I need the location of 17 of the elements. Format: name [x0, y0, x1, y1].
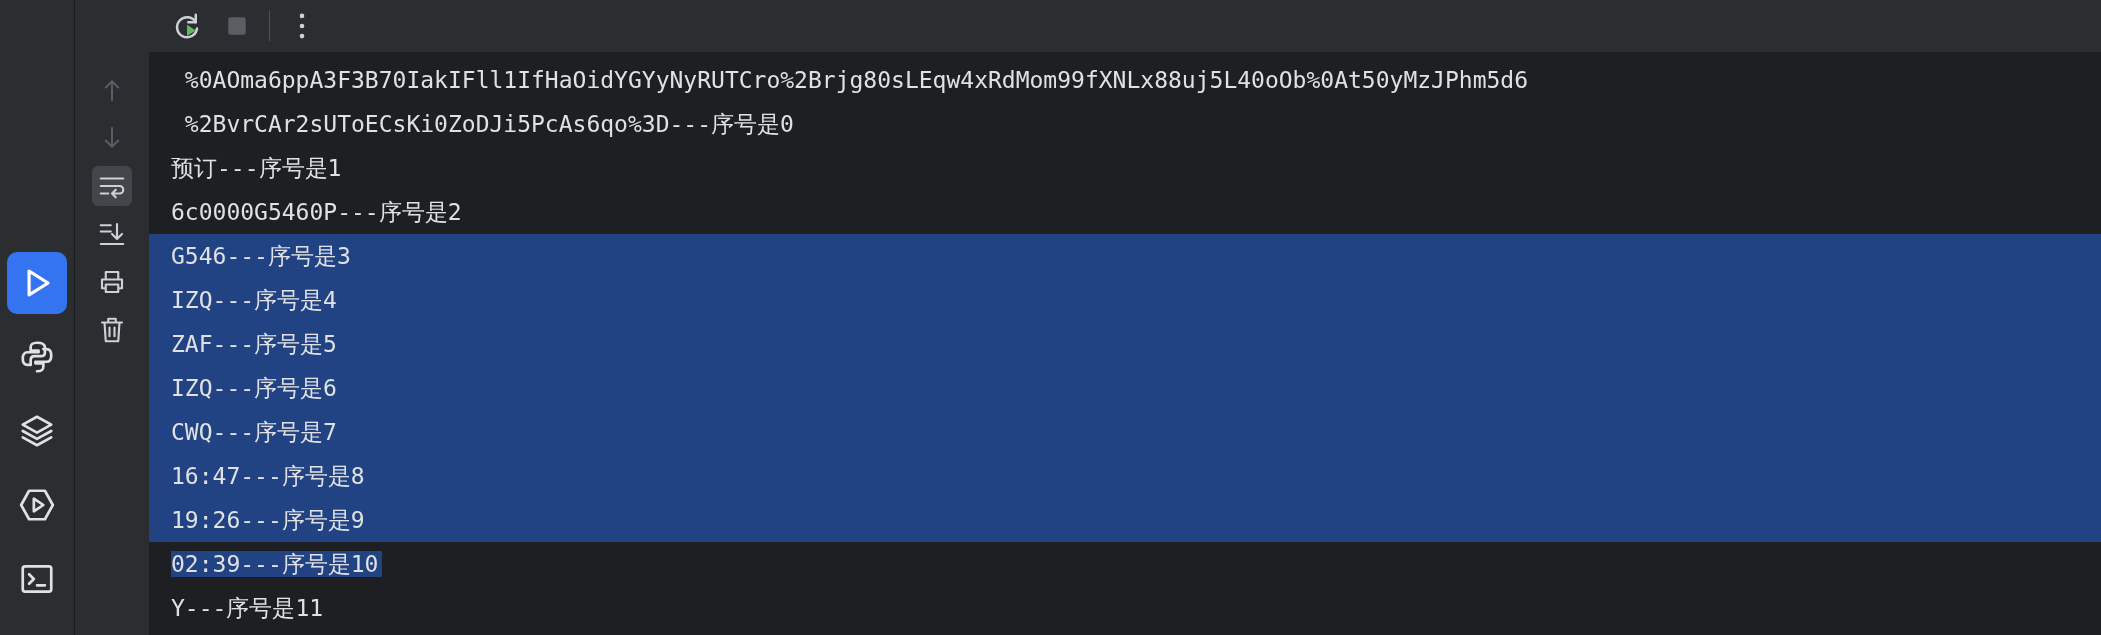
play-hexagon-icon [18, 486, 56, 524]
console-line: 预订---序号是1 [171, 155, 343, 181]
console-line: 19:26---序号是9 [171, 507, 366, 533]
console-line: IZQ---序号是6 [171, 375, 338, 401]
python-icon [18, 338, 56, 376]
console-line: IZQ---序号是4 [171, 287, 338, 313]
console-line: 16:47---序号是8 [171, 463, 366, 489]
console-line: G546---序号是3 [171, 243, 352, 269]
console-line: %2BvrCAr2sUToECsKi0ZoDJi5PcAs6qo%3D---序号是0 [183, 111, 795, 137]
sidebar-tool-button[interactable] [7, 252, 67, 314]
more-icon [299, 13, 305, 39]
console-line: %0AOma6ppA3F3B70IakIFll1IfHaOidYGYyNyRUTCro%2Brjg80sLEqw4xRdMom99fXNLx88uj5L40oOb%0At50yMzJPhm5d6 [183, 67, 1530, 93]
console-line: 6c0000G5460P---序号是2 [171, 199, 463, 225]
console-line: ZAF---序号是5 [171, 331, 338, 357]
console-tool-button[interactable] [92, 166, 132, 206]
console-line: Y---序号是11 [171, 595, 325, 621]
console-line: CWQ---序号是7 [171, 419, 338, 445]
